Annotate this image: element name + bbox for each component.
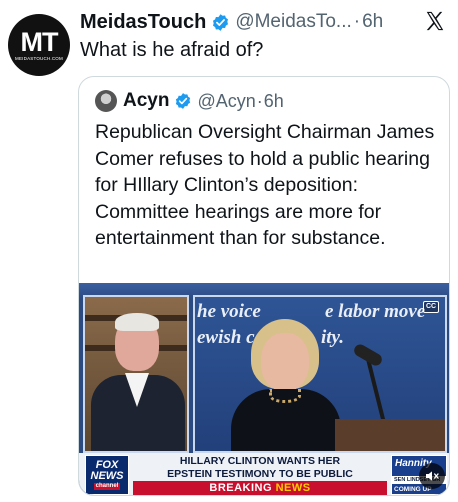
backdrop-text: ity. xyxy=(321,327,345,348)
quoted-tweet[interactable]: Acyn @Acyn · 6h Republican Oversight Cha… xyxy=(78,76,450,496)
speaker-face xyxy=(261,333,309,391)
news-word: NEWS xyxy=(275,482,311,494)
network-logo-line: NEWS xyxy=(90,470,124,482)
chyron-headline: HILLARY CLINTON WANTS HER EPSTEIN TESTIM… xyxy=(133,455,387,481)
separator-dot: · xyxy=(353,11,361,32)
quote-avatar[interactable] xyxy=(95,90,117,112)
handle[interactable]: @MeidasTo... xyxy=(235,11,351,33)
timestamp[interactable]: 6h xyxy=(362,11,383,33)
chyron-line: EPSTEIN TESTIMONY TO BE PUBLIC xyxy=(167,467,353,480)
display-name[interactable]: MeidasTouch xyxy=(80,11,206,34)
separator-dot: · xyxy=(256,90,263,111)
backdrop-text: he voice xyxy=(197,301,261,322)
speaker-muted-icon xyxy=(426,471,439,481)
quote-handle: @Acyn xyxy=(197,90,256,111)
verified-badge-icon xyxy=(213,13,229,31)
avatar-text: MT xyxy=(20,27,59,57)
mute-button[interactable] xyxy=(419,463,445,489)
guest-video-panel xyxy=(83,295,189,453)
breaking-word: BREAKING xyxy=(209,482,273,494)
tweet-text: What is he afraid of? xyxy=(80,39,264,61)
network-logo-line: channel xyxy=(93,483,121,490)
quote-header: Acyn @Acyn · 6h xyxy=(95,89,284,113)
breaking-news-bar: BREAKING NEWS xyxy=(133,481,387,495)
verified-badge-icon xyxy=(176,93,191,109)
quote-text: Republican Oversight Chairman James Come… xyxy=(95,121,435,249)
podium xyxy=(335,419,445,451)
guest-hair xyxy=(115,313,159,331)
chyron-line: HILLARY CLINTON WANTS HER xyxy=(179,455,341,467)
x-logo-icon xyxy=(426,11,444,31)
tweet-header: MeidasTouch @MeidasTo... · 6h xyxy=(80,9,418,35)
video-media[interactable]: he voice e labor move ewish c ity. CC FO… xyxy=(79,283,449,495)
quote-timestamp: 6h xyxy=(263,90,284,111)
backdrop-text: e labor move xyxy=(325,301,426,322)
avatar-subtext: MEIDASTOUCH.COM xyxy=(15,56,63,61)
closed-captions-icon[interactable]: CC xyxy=(423,301,439,313)
speaker-necklace xyxy=(269,389,301,403)
network-logo: FOX NEWS channel xyxy=(85,455,129,495)
main-video-panel: he voice e labor move ewish c ity. CC xyxy=(193,295,447,453)
quote-display-name: Acyn xyxy=(123,90,170,111)
backdrop-text: ewish c xyxy=(197,327,255,348)
avatar[interactable]: MT MEIDASTOUCH.COM xyxy=(8,14,70,76)
